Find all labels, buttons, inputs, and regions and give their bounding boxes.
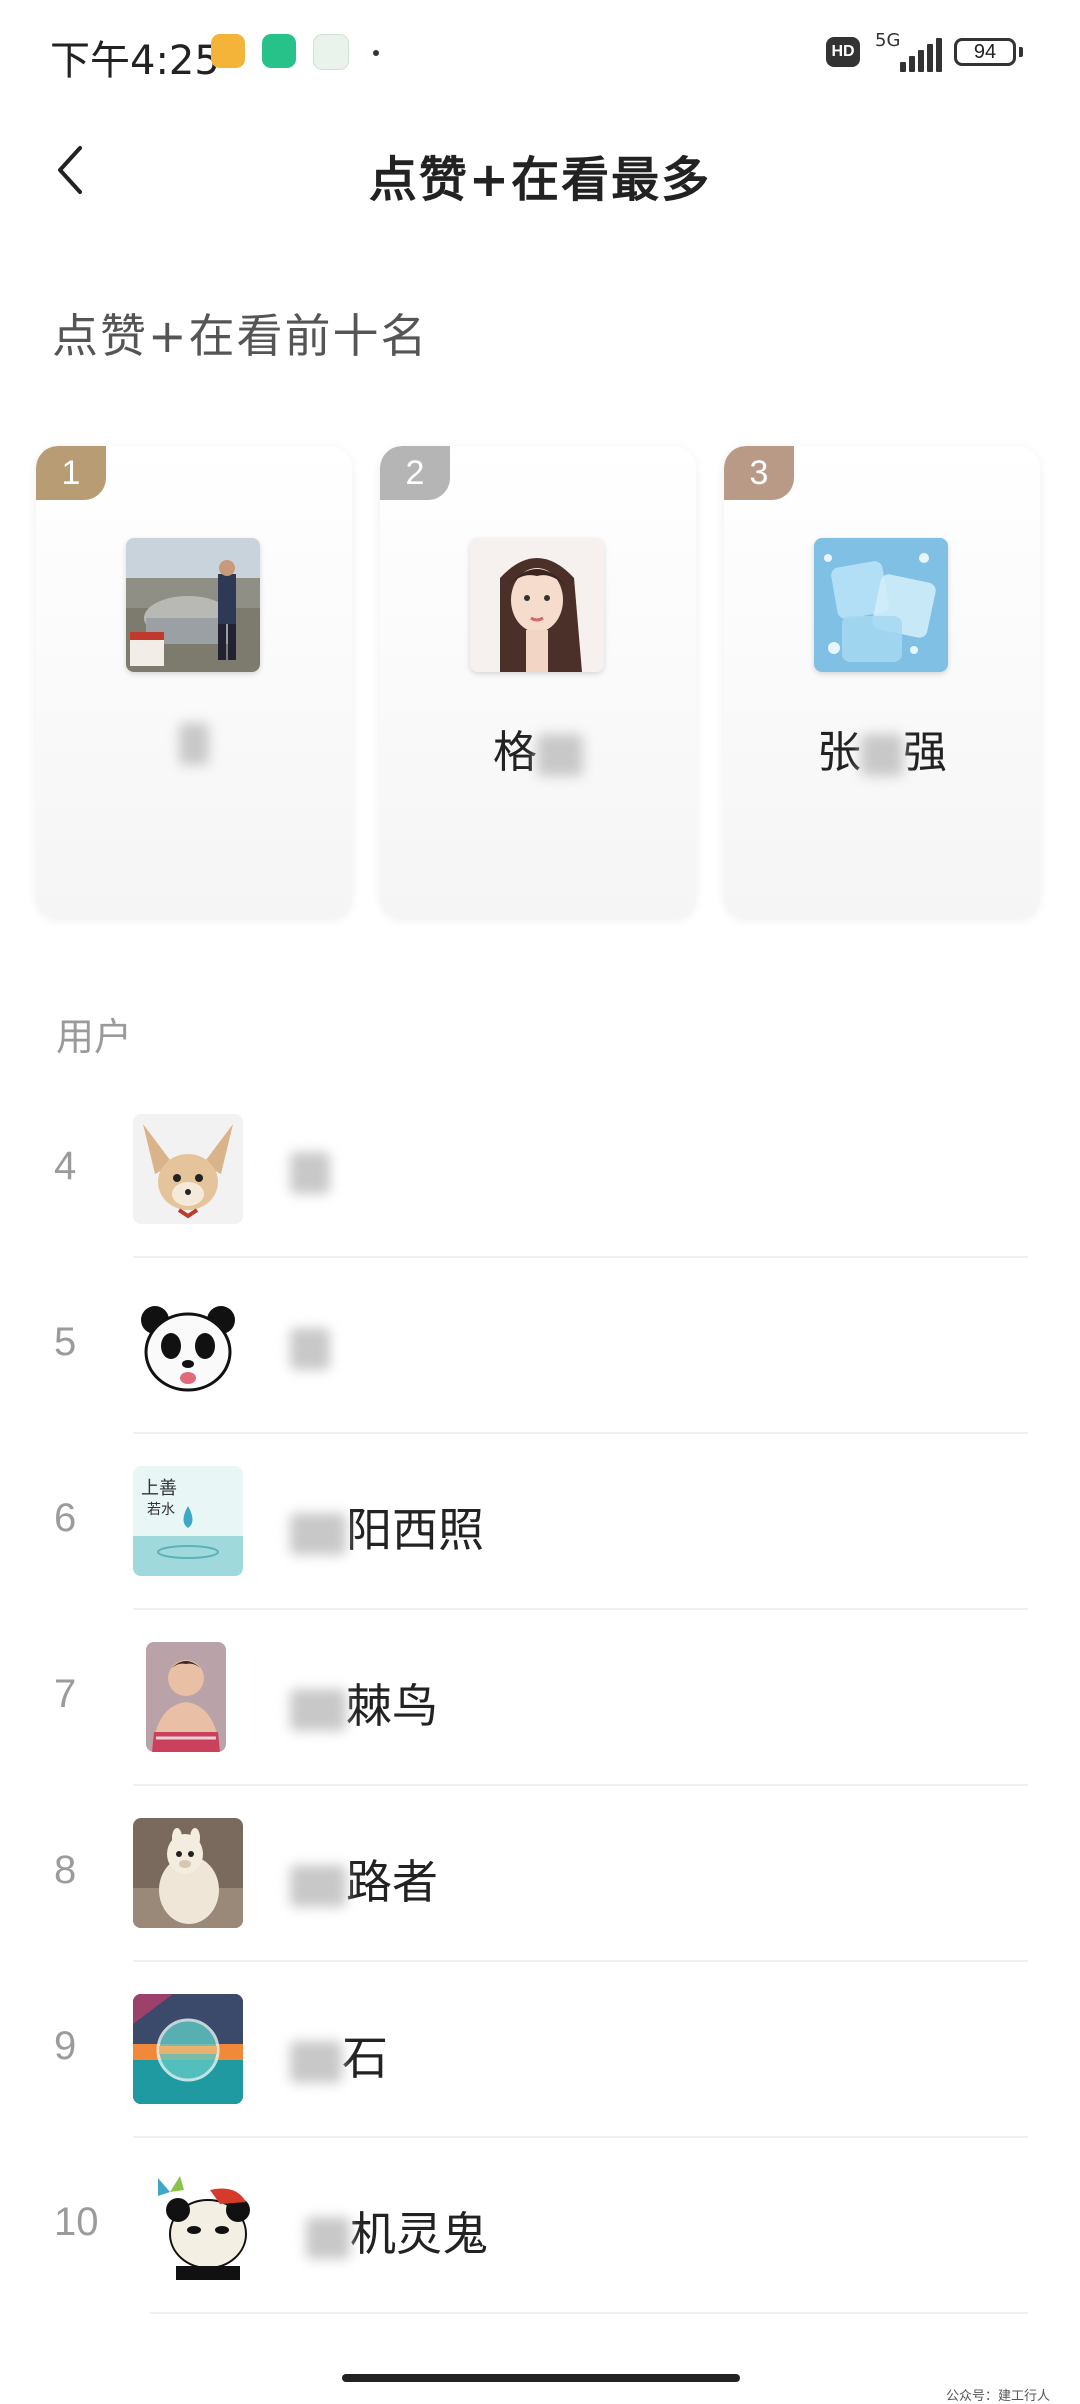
list-item[interactable]: 9 石 [0,1962,1080,2138]
notification-dot-icon [373,50,379,56]
user-name: 阳西照 [290,1494,484,1560]
section-title: 点赞+在看前十名 [52,309,429,363]
watermark: 公众号：建工行人 [945,2389,1050,2404]
user-name: 机灵鬼 [306,2198,488,2264]
blurred-name [179,723,209,765]
rank-number: 4 [54,1144,77,1188]
shield-app-icon [262,34,296,68]
user-name: 张强 [817,727,947,778]
hd-icon: HD [826,37,860,67]
user-name [290,1142,330,1196]
user-name: 路者 [290,1846,438,1912]
blurred-name [290,2040,342,2083]
avatar: 上善 若水 [133,1466,243,1576]
blurred-name [290,1512,346,1555]
battery-level: 94 [973,41,997,63]
avatar [146,1642,226,1752]
rank-number: 10 [54,2200,99,2244]
user-name: 格 [380,716,696,780]
list-item[interactable]: 6 上善 若水 阳西照 [0,1434,1080,1610]
user-name: 石 [290,2022,388,2088]
rank-badge: 1 [36,446,106,500]
podium-card-1[interactable]: 1 [36,446,352,918]
bank-app-icon [313,34,349,70]
svg-text:若水: 若水 [147,1502,175,1518]
avatar [814,538,948,672]
status-bar: 下午4:25 HD 5G 94 [0,0,1080,100]
status-time: 下午4:25 [50,38,220,84]
podium-card-3[interactable]: 3 张强 [724,446,1040,918]
avatar [470,538,604,672]
blurred-name [290,1864,346,1907]
blurred-name [306,2216,350,2259]
rank-badge: 2 [380,446,450,500]
blurred-name [290,1688,346,1731]
user-name [36,716,352,767]
avatar [126,538,260,672]
blurred-name [290,1327,330,1370]
blurred-name [861,734,903,776]
list-item[interactable]: 8 路者 [0,1786,1080,1962]
avatar [150,2170,260,2280]
rank-number: 5 [54,1320,77,1364]
rank-number: 8 [54,1848,77,1892]
blurred-name [290,1151,330,1194]
list-item[interactable]: 5 [0,1258,1080,1434]
rank-badge: 3 [724,446,794,500]
notes-app-icon [211,34,245,68]
page-title: 点赞+在看最多 [368,152,712,208]
list-item[interactable]: 10 机灵鬼 [0,2138,1080,2314]
podium-card-2[interactable]: 2 格 [380,446,696,918]
list-item[interactable]: 7 棘鸟 [0,1610,1080,1786]
avatar [133,1994,243,2104]
network-type: 5G [875,30,901,51]
list-header: 用户 [56,1015,133,1059]
home-indicator[interactable] [342,2374,740,2382]
battery-tip [1019,47,1023,57]
signal-icon [900,38,944,72]
user-name: 棘鸟 [290,1670,438,1736]
svg-text:上善: 上善 [141,1478,177,1499]
battery-icon: 94 [954,38,1016,66]
divider [150,2312,1028,2314]
rank-number: 9 [54,2024,77,2068]
rank-number: 6 [54,1496,77,1540]
avatar [133,1290,243,1400]
avatar [133,1114,243,1224]
list-item[interactable]: 4 [0,1082,1080,1258]
user-name [290,1318,330,1372]
rank-number: 7 [54,1672,77,1716]
avatar [133,1818,243,1928]
blurred-name [537,734,583,776]
